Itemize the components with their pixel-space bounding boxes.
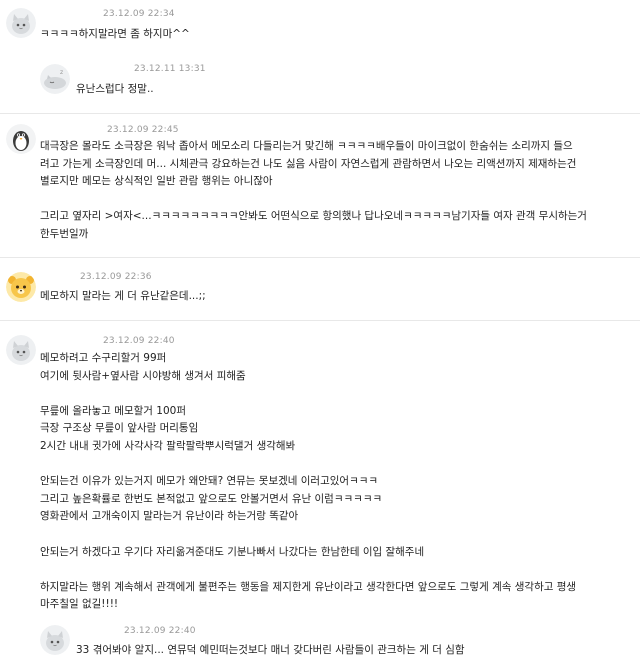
penguin-icon[interactable] (6, 124, 36, 154)
comment-text: 메모하지 말라는 게 더 유난같은데...;; (40, 290, 206, 302)
comment-date: 23.12.09 22:36 (80, 272, 152, 282)
yellow-bear-icon[interactable] (6, 272, 36, 302)
comment-item: 23.12.09 22:45 대극장은 몰라도 소극장은 워낙 좁아서 메모소리… (0, 114, 640, 254)
cat-face-icon[interactable] (6, 8, 36, 38)
comment-date: 23.12.09 22:45 (107, 125, 179, 135)
svg-text:z: z (60, 69, 63, 76)
cat-face-icon[interactable] (40, 625, 70, 655)
comment-text: 메모하려고 수구리할거 99퍼 여기에 뒷사람+옆사람 시야방해 생겨서 피해줌… (40, 352, 577, 611)
comment-item: 23.12.09 22:40 메모하려고 수구리할거 99퍼 여기에 뒷사람+옆… (0, 321, 640, 619)
reply-item: 23.12.09 22:40 33 겪어봐야 알지... 연뮤덕 예민떠는것보다… (0, 619, 640, 661)
cat-face-icon[interactable] (6, 335, 36, 365)
reply-item: z 23.12.11 13:31 유난스럽다 정말.. (0, 52, 640, 108)
comment-date: 23.12.09 22:34 (103, 9, 175, 19)
comment-text: ㅋㅋㅋㅋ하지말라면 좀 하지마^^ (40, 28, 190, 40)
comment-date: 23.12.09 22:40 (103, 336, 175, 346)
comment-date: 23.12.11 13:31 (134, 64, 206, 74)
comment-item: 23.12.09 22:34 ㅋㅋㅋㅋ하지말라면 좀 하지마^^ (0, 0, 640, 52)
sleeping-cat-icon[interactable]: z (40, 64, 70, 94)
comment-text: 유난스럽다 정말.. (76, 83, 154, 95)
comment-text: 대극장은 몰라도 소극장은 워낙 좁아서 메모소리 다들리는거 맞긴해 ㅋㅋㅋㅋ… (40, 140, 587, 240)
comment-text: 33 겪어봐야 알지... 연뮤덕 예민떠는것보다 매너 갖다버린 사람들이 관… (76, 644, 465, 656)
comment-date: 23.12.09 22:40 (124, 626, 196, 636)
comment-item: 23.12.09 22:36 메모하지 말라는 게 더 유난같은데...;; (0, 258, 640, 320)
